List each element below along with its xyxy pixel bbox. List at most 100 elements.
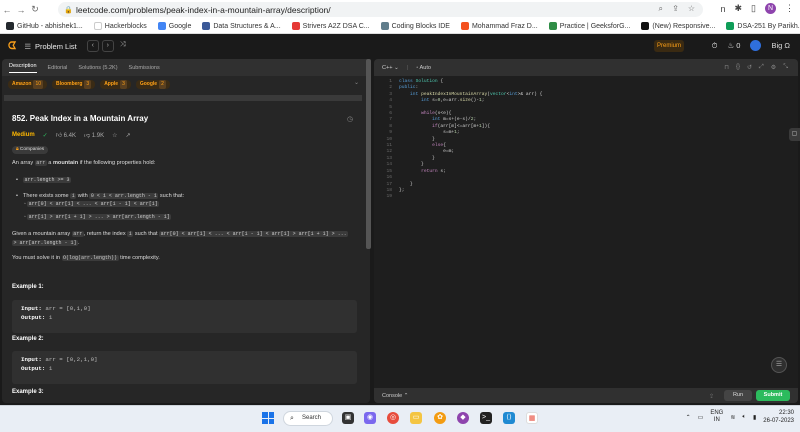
bookmark-item[interactable]: (New) Responsive... [641,22,715,30]
list-icon: ☰ [24,41,32,51]
tab-editorial[interactable]: Editorial [48,65,68,71]
forward-icon[interactable]: → [14,5,28,15]
chrome-icon[interactable]: ◎ [387,412,399,424]
like-button[interactable]: 👍︎ 6.4K [56,131,76,139]
url-text: leetcode.com/problems/peak-index-in-a-mo… [76,4,331,15]
streak-counter[interactable]: ♨ 0 [727,41,740,50]
problem-title: 852. Peak Index in a Mountain Array [12,114,149,123]
bookmark-item[interactable]: DSA-251 By Parikh... [726,22,800,30]
autocomplete-mode[interactable]: • Auto [416,65,431,71]
file-explorer-icon[interactable]: ▭ [410,412,422,424]
puzzle-icon[interactable]: ✱ [735,3,743,14]
share-icon[interactable]: ⇪ [672,4,679,13]
language-select[interactable]: C++ ⌄ [382,65,399,71]
user-avatar[interactable] [750,40,762,51]
run-button[interactable]: Run [724,390,752,401]
description-paragraph-1: An array arr a mountain if the following… [12,160,156,166]
company-tag-bloomberg[interactable]: Bloomberg 3 [52,80,96,89]
property-bullet-2: There exists some i with 0 < i < arr.len… [16,193,184,199]
wifi-icon[interactable]: ≋ [730,414,735,421]
tab-description[interactable]: Description [9,63,37,73]
next-problem-button[interactable]: › [101,40,114,52]
tab-submissions[interactable]: Submissions [129,65,160,71]
browser-icon[interactable]: ✿ [434,412,446,424]
bookmark-item[interactable]: Data Structures & A... [202,22,281,30]
username[interactable]: Big Ω [771,41,790,50]
taskbar-search[interactable]: ⌕ Search [283,411,333,426]
solved-check-icon: ✓ [42,132,48,139]
terminal-icon[interactable]: >_ [480,412,492,424]
fullscreen-icon[interactable]: ⤢ [759,64,764,71]
windows-start-icon[interactable] [262,412,274,424]
bookmark-item[interactable]: Google [157,22,191,30]
settings-icon[interactable]: ⚙ [771,64,776,71]
vscode-icon[interactable]: ⟨⟩ [503,412,515,424]
sidebar-icon[interactable]: ▯ [751,3,756,14]
property-sub-2: ◦ arr[i] > arr[i + 1] > ... > arr[arr.le… [24,214,172,220]
timer-icon[interactable]: ⏱ [712,41,718,51]
bookmark-icon[interactable]: ⊓ [724,64,729,71]
bookmark-item[interactable]: Practice | GeeksforG... [548,22,630,30]
reload-icon[interactable]: ↻ [28,4,42,15]
dislike-button[interactable]: 👎︎ 1.9K [84,131,104,139]
code-area[interactable]: 1 class Solution { 2 public: 3 int peakInd… [378,79,542,201]
share-link-icon[interactable]: ↗ [126,132,131,139]
profile-avatar[interactable]: N [765,3,776,14]
prev-problem-button[interactable]: ‹ [86,40,99,52]
company-tag-google[interactable]: Google 2 [135,80,170,89]
side-panel-toggle[interactable]: ▢ [789,128,800,141]
language-indicator[interactable]: ENG IN [710,410,723,424]
bookmark-item[interactable]: Hackerblocks [93,22,147,30]
description-paragraph-2: Given a mountain array arr, return the i… [12,231,349,237]
app-grid-icon[interactable]: ▦ [526,412,538,424]
submit-button[interactable]: Submit [756,390,790,401]
upload-icon[interactable]: ⇪ [709,393,714,400]
bookmark-label: Mohammad Fraz D... [471,22,538,30]
expand-icon[interactable]: ⤡ [783,64,788,71]
braces-icon[interactable]: {} [736,64,740,71]
dot-icon: • [416,64,419,71]
bookmark-label: Strivers A2Z DSA C... [302,22,370,30]
app-icon[interactable]: ◆ [457,412,469,424]
property-sub-1: ◦ arr[0] < arr[1] < ... < arr[i - 1] < a… [24,201,160,207]
star-icon[interactable]: ☆ [112,132,117,139]
battery-icon[interactable]: ▮ [753,414,756,421]
lock-icon: 🔒 [64,6,73,14]
volume-icon[interactable]: 🔈︎ [742,414,746,421]
back-icon[interactable]: ← [0,5,14,15]
shuffle-icon[interactable]: ⤨ [117,40,129,52]
description-paragraph-2-cont: > arr[arr.length - 1]. [12,240,80,246]
problem-tabs: Description Editorial Solutions (5.2K) S… [2,59,370,76]
premium-button[interactable]: Premium [654,40,684,52]
companies-button[interactable]: 🔒︎ Companies [12,146,49,154]
company-tag-apple[interactable]: Apple 3 [100,80,131,89]
reset-icon[interactable]: ↺ [747,64,752,71]
bookmark-item[interactable]: Coding Blocks IDE [380,22,450,30]
menu-icon[interactable]: ⋮ [785,3,794,14]
bookmark-item[interactable]: Strivers A2Z DSA C... [291,22,370,30]
bookmark-favicon-icon [157,22,166,30]
bookmark-item[interactable]: Mohammad Fraz D... [460,22,538,30]
display-icon[interactable]: ▭ [698,414,704,421]
problem-list-button[interactable]: ☰ Problem List [24,42,76,51]
chat-icon[interactable]: ☰ [771,357,787,373]
bookmark-favicon-icon [641,22,650,30]
bookmark-star-icon[interactable]: ☆ [688,4,695,13]
zoom-icon[interactable]: ⌕ [659,4,663,14]
chevron-up-icon[interactable]: ⌃ [686,414,691,421]
horizontal-scrollbar[interactable] [4,95,362,101]
clock[interactable]: 22:30 26-07-2023 [763,409,794,425]
tab-solutions[interactable]: Solutions (5.2K) [78,65,117,71]
example-2-heading: Example 2: [12,336,44,342]
vertical-scrollbar[interactable] [366,59,371,249]
teams-icon[interactable]: ◉ [364,412,376,424]
chevron-down-icon[interactable]: ⌄ [354,79,359,86]
clock-icon[interactable]: ◷ [347,115,353,123]
extension-icon[interactable]: n [720,4,725,14]
company-tag-amazon[interactable]: Amazon 10 [8,80,48,89]
leetcode-logo[interactable]: ᗧ [8,41,16,52]
task-view-icon[interactable]: ▣ [342,412,354,424]
address-bar[interactable]: 🔒 leetcode.com/problems/peak-index-in-a-… [58,2,703,17]
bookmark-item[interactable]: GitHub - abhishek1... [6,22,83,30]
bookmark-favicon-icon [93,22,102,30]
